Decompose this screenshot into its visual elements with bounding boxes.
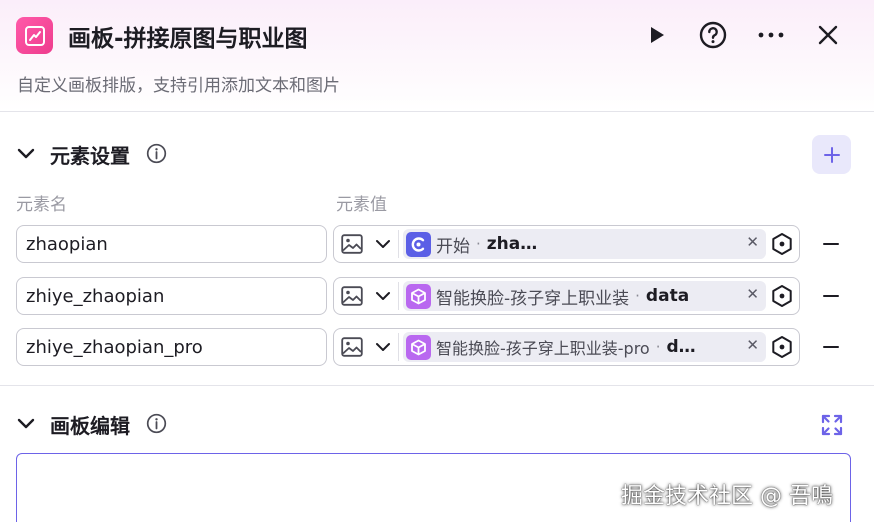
more-button[interactable] xyxy=(754,18,788,52)
canvas-section-header[interactable]: 画板编辑 xyxy=(0,404,874,444)
info-icon[interactable] xyxy=(146,413,167,434)
minus-icon xyxy=(823,295,839,297)
chevron-down-icon[interactable] xyxy=(374,289,392,303)
chevron-down-icon[interactable] xyxy=(16,416,36,432)
start-node-icon xyxy=(406,231,431,257)
info-icon[interactable] xyxy=(146,143,167,164)
canvas-section-title: 画板编辑 xyxy=(50,414,130,438)
watermark-text: 掘金技术社区 @ 吾鳴 xyxy=(621,484,833,509)
image-icon[interactable] xyxy=(341,337,363,357)
element-name-input[interactable]: zhaopian xyxy=(16,225,327,263)
cube-icon xyxy=(406,283,431,309)
separator-dot: · xyxy=(476,235,481,253)
variable-reference-chip[interactable]: 智能换脸-孩子穿上职业装-pro · d… ✕ xyxy=(403,332,766,362)
close-icon xyxy=(818,25,838,45)
element-name-input[interactable]: zhiye_zhaopian_pro xyxy=(16,328,327,366)
reference-variable: zhaopian xyxy=(486,234,547,254)
separator-dot: · xyxy=(635,287,640,305)
separator-dot: · xyxy=(655,338,661,356)
column-label-value: 元素值 xyxy=(336,195,387,215)
image-icon[interactable] xyxy=(341,234,363,254)
divider xyxy=(398,230,399,258)
chevron-down-icon[interactable] xyxy=(374,237,392,251)
minus-icon xyxy=(823,346,839,348)
help-icon xyxy=(699,21,727,49)
variable-reference-chip[interactable]: 智能换脸-孩子穿上职业装 · data ✕ xyxy=(403,281,766,311)
remove-element-button[interactable] xyxy=(820,233,842,255)
remove-element-button[interactable] xyxy=(820,336,842,358)
element-value-selector[interactable]: 智能换脸-孩子穿上职业装 · data ✕ xyxy=(333,277,800,315)
divider xyxy=(398,282,399,310)
plus-icon xyxy=(823,146,840,163)
expand-icon[interactable] xyxy=(820,413,844,437)
panel-header: 画板-拼接原图与职业图 自定义画板排版，支持引用添加文本和图片 xyxy=(0,0,874,112)
cube-icon xyxy=(406,334,431,360)
variable-picker-icon[interactable] xyxy=(770,335,794,359)
run-button[interactable] xyxy=(639,18,673,52)
page-title: 画板-拼接原图与职业图 xyxy=(68,26,308,52)
elements-section-title: 元素设置 xyxy=(50,144,130,168)
image-icon[interactable] xyxy=(341,286,363,306)
reference-source: 智能换脸-孩子穿上职业装-pro xyxy=(436,339,650,358)
play-icon xyxy=(651,27,664,43)
elements-section-header[interactable]: 元素设置 xyxy=(0,134,874,174)
variable-reference-chip[interactable]: 开始 · zhaopian ✕ xyxy=(403,229,766,259)
element-value-selector[interactable]: 智能换脸-孩子穿上职业装-pro · d… ✕ xyxy=(333,328,800,366)
reference-source: 开始 xyxy=(436,236,470,257)
remove-reference-icon[interactable]: ✕ xyxy=(746,285,759,303)
help-button[interactable] xyxy=(696,18,730,52)
minus-icon xyxy=(823,243,839,245)
remove-reference-icon[interactable]: ✕ xyxy=(746,336,759,354)
reference-variable: d… xyxy=(666,337,696,357)
remove-element-button[interactable] xyxy=(820,285,842,307)
chevron-down-icon[interactable] xyxy=(16,146,36,162)
column-label-name: 元素名 xyxy=(16,195,67,215)
divider xyxy=(398,333,399,361)
variable-picker-icon[interactable] xyxy=(770,232,794,256)
reference-variable: data xyxy=(645,286,690,306)
element-value-selector[interactable]: 开始 · zhaopian ✕ xyxy=(333,225,800,263)
page-subtitle: 自定义画板排版，支持引用添加文本和图片 xyxy=(17,76,340,96)
add-element-button[interactable] xyxy=(812,135,851,174)
close-button[interactable] xyxy=(811,18,845,52)
element-name-input[interactable]: zhiye_zhaopian xyxy=(16,277,327,315)
remove-reference-icon[interactable]: ✕ xyxy=(746,233,759,251)
more-icon xyxy=(758,32,784,38)
reference-source: 智能换脸-孩子穿上职业装 xyxy=(436,288,630,309)
section-divider xyxy=(0,385,874,386)
canvas-app-icon xyxy=(16,17,53,54)
chevron-down-icon[interactable] xyxy=(374,340,392,354)
variable-picker-icon[interactable] xyxy=(770,284,794,308)
